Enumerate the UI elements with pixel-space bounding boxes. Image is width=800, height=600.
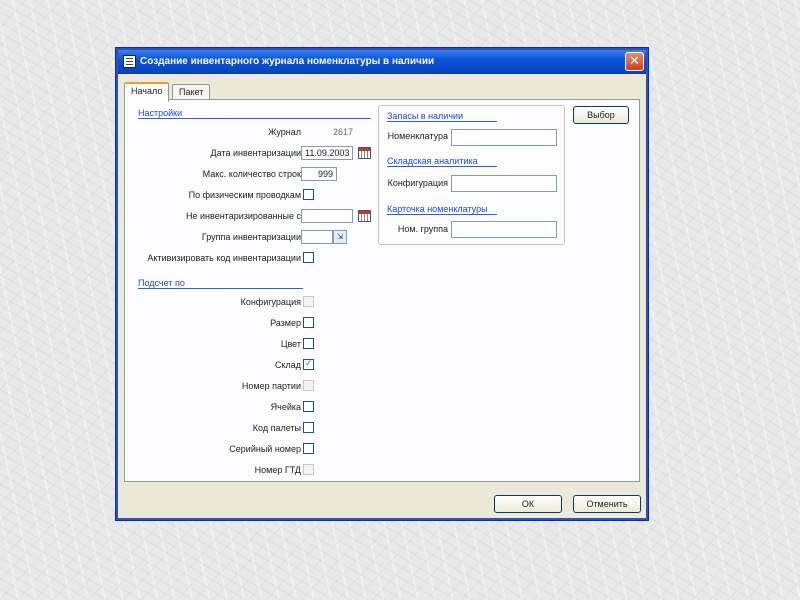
activate-counting-checkbox[interactable] [303, 252, 314, 263]
count-by-label: Цвет [280, 339, 301, 349]
count-by-label: Ячейка [270, 402, 301, 412]
window-title: Создание инвентарного журнала номенклату… [140, 56, 435, 67]
config-label: Конфигурация [387, 178, 448, 188]
dialog-window: Создание инвентарного журнала номенклату… [116, 48, 648, 520]
tab-batch[interactable]: Пакет [172, 84, 211, 100]
item-group-label: Ном. группа [397, 224, 448, 234]
count-by-label: Размер [270, 318, 301, 328]
count-by-label: Конфигурация [240, 297, 301, 307]
calendar-icon[interactable] [358, 147, 371, 159]
settings-section-title: Настройки [138, 108, 183, 118]
tab-start[interactable]: Начало [124, 82, 170, 102]
count-by-label: Код палеты [252, 423, 301, 433]
inventory-date-label: Дата инвентаризации [210, 148, 301, 158]
config-field[interactable] [451, 175, 557, 192]
settings-divider [138, 118, 371, 119]
count-by-label: Номер ГТД [254, 465, 301, 475]
count-by-checkbox[interactable] [303, 317, 314, 328]
count-by-checkbox[interactable]: ✓ [303, 359, 314, 370]
item-card-divider [387, 214, 497, 215]
item-field[interactable] [451, 129, 557, 146]
count-by-divider [138, 288, 303, 289]
inventory-group-field[interactable] [301, 230, 333, 244]
item-group-field[interactable] [451, 221, 557, 238]
onhand-section-title: Запасы в наличии [387, 111, 464, 121]
count-by-checkbox [303, 380, 314, 391]
select-button[interactable]: Выбор [573, 106, 629, 124]
by-physical-checkbox[interactable] [303, 189, 314, 200]
journal-value: 2617 [332, 127, 353, 137]
inventory-date-field[interactable]: 11.09.2003 [301, 146, 353, 160]
journal-label: Журнал [268, 127, 301, 137]
item-card-section-title: Карточка номенклатуры [387, 204, 488, 214]
ok-button[interactable]: ОК [494, 495, 562, 513]
cancel-button[interactable]: Отменить [573, 495, 641, 513]
count-by-checkbox [303, 296, 314, 307]
stock-dims-section-title: Складская аналитика [387, 156, 478, 166]
inventory-group-label: Группа инвентаризации [201, 232, 301, 242]
calendar-icon[interactable] [358, 210, 371, 222]
count-by-label: Серийный номер [229, 444, 301, 454]
tab-panel-start: Настройки Журнал 2617 Дата инвентаризаци… [124, 99, 640, 482]
close-button[interactable]: ✕ [625, 52, 644, 71]
query-group-box: Запасы в наличии Номенклатура Складская … [378, 105, 565, 245]
by-physical-label: По физическим проводкам [188, 190, 301, 200]
count-by-checkbox[interactable] [303, 422, 314, 433]
onhand-divider [387, 121, 497, 122]
item-label: Номенклатура [387, 131, 448, 141]
count-by-label: Номер партии [241, 381, 301, 391]
count-by-section-title: Подсчет по [138, 278, 185, 288]
count-by-checkbox[interactable] [303, 443, 314, 454]
count-by-label: Склад [274, 360, 301, 370]
not-inventoried-field[interactable] [301, 209, 353, 223]
count-by-checkbox [303, 464, 314, 475]
max-rows-label: Макс. количество строк [202, 169, 301, 179]
form-icon [123, 55, 136, 68]
count-by-checkbox[interactable] [303, 338, 314, 349]
activate-counting-label: Активизировать код инвентаризации [147, 253, 301, 263]
max-rows-field[interactable]: 999 [301, 167, 337, 181]
count-by-checkbox[interactable] [303, 401, 314, 412]
not-inventoried-label: Не инвентаризированные с [186, 211, 301, 221]
lookup-icon[interactable]: ⇲ [333, 230, 347, 244]
stock-dims-divider [387, 166, 497, 167]
title-bar[interactable]: Создание инвентарного журнала номенклату… [118, 50, 646, 74]
